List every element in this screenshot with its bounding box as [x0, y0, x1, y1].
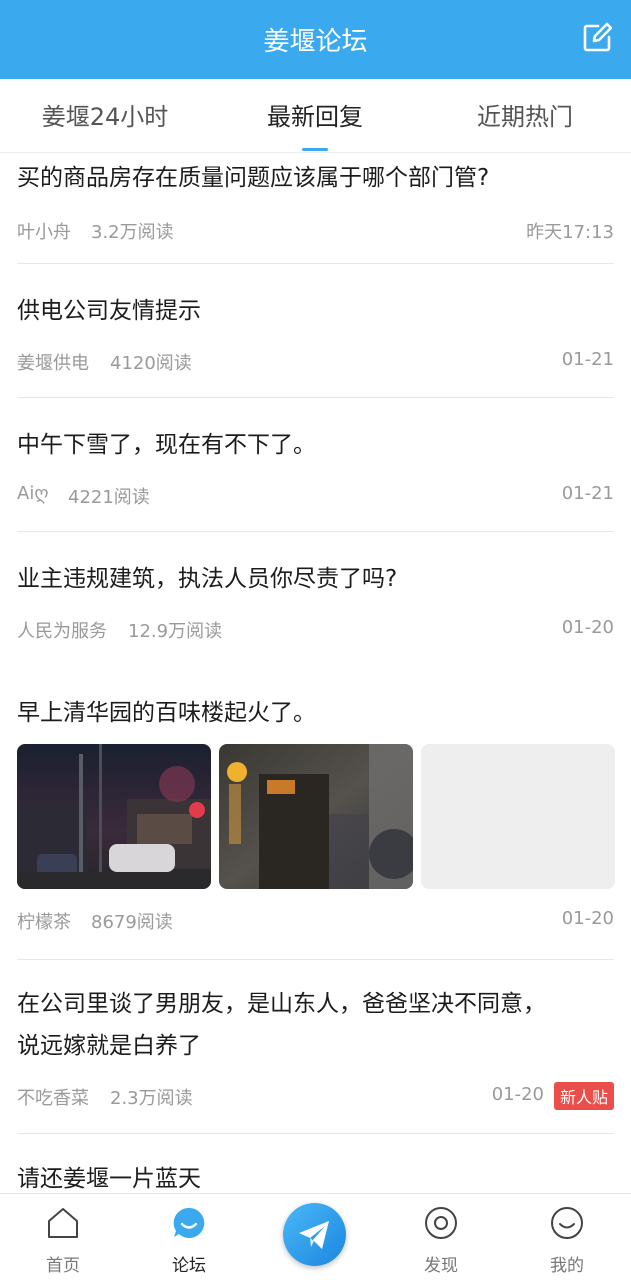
- post-title: 请还姜堰一片蓝天: [17, 1166, 201, 1192]
- tab-label: 近期热门: [477, 103, 573, 131]
- post-author: 人民为服务: [17, 621, 107, 642]
- post-read-count: 2.3万阅读: [110, 1088, 193, 1109]
- nav-label: 首页: [46, 1256, 80, 1276]
- post-item[interactable]: 中午下雪了，现在有不下了。 Aiღ 4221阅读 01-21: [17, 424, 614, 514]
- post-meta: 柠檬茶 8679阅读 01-20: [17, 908, 614, 934]
- post-read-count: 12.9万阅读: [128, 621, 223, 642]
- post-time: 01-21: [561, 349, 614, 370]
- post-item[interactable]: 在公司里谈了男朋友，是山东人，爸爸坚决不同意， 说远嫁就是白养了 不吃香菜 2.…: [17, 983, 614, 1113]
- post-title: 买的商品房存在质量问题应该属于哪个部门管?: [17, 165, 490, 191]
- post-title: 中午下雪了，现在有不下了。: [17, 432, 316, 458]
- tab-latest-replies[interactable]: 最新回复: [210, 79, 420, 153]
- post-read-count: 3.2万阅读: [91, 222, 174, 243]
- nav-home[interactable]: 首页: [13, 1194, 113, 1280]
- tab-recent-hot[interactable]: 近期热门: [420, 79, 630, 153]
- post-image-placeholder[interactable]: [421, 744, 615, 889]
- app-header: 姜堰论坛: [0, 0, 631, 79]
- divider: [17, 959, 614, 960]
- tab-jiangyan-24h[interactable]: 姜堰24小时: [0, 79, 210, 153]
- post-image-street-night[interactable]: [17, 744, 211, 889]
- tab-bar: 姜堰24小时 最新回复 近期热门: [0, 79, 631, 153]
- tab-label: 最新回复: [267, 103, 363, 131]
- post-title: 供电公司友情提示: [17, 298, 201, 324]
- post-meta: 人民为服务 12.9万阅读 01-20: [17, 617, 614, 643]
- post-meta: 姜堰供电 4120阅读 01-21: [17, 349, 614, 375]
- bottom-nav: 首页 论坛 发现 我的: [0, 1193, 631, 1280]
- active-tab-indicator: [302, 148, 328, 151]
- nav-forum[interactable]: 论坛: [139, 1194, 239, 1280]
- divider: [17, 263, 614, 264]
- post-meta: 叶小舟 3.2万阅读 昨天17:13: [17, 218, 614, 244]
- post-time: 01-20: [561, 908, 614, 929]
- post-time: 01-20: [491, 1084, 544, 1105]
- post-title-line-2: 说远嫁就是白养了: [17, 1033, 201, 1059]
- post-meta: Aiღ 4221阅读 01-21: [17, 483, 614, 509]
- nav-label: 我的: [550, 1256, 584, 1276]
- post-read-count: 4221阅读: [68, 487, 150, 508]
- divider: [17, 1133, 614, 1134]
- post-item[interactable]: 请还姜堰一片蓝天: [17, 1158, 614, 1193]
- post-title: 业主违规建筑，执法人员你尽责了吗?: [17, 566, 398, 592]
- post-time: 01-21: [561, 483, 614, 504]
- post-item[interactable]: 业主违规建筑，执法人员你尽责了吗? 人民为服务 12.9万阅读 01-20: [17, 558, 614, 648]
- divider: [17, 397, 614, 398]
- post-author: 柠檬茶: [17, 912, 71, 933]
- post-time: 昨天17:13: [526, 222, 614, 243]
- home-icon: [46, 1206, 80, 1240]
- post-image-row: [17, 744, 615, 889]
- post-author: Aiღ: [17, 483, 49, 504]
- discover-icon: [424, 1206, 458, 1240]
- nav-discover[interactable]: 发现: [391, 1194, 491, 1280]
- paper-plane-icon: [297, 1218, 331, 1252]
- post-image-fire-smoke[interactable]: [219, 744, 413, 889]
- post-title-line-1: 在公司里谈了男朋友，是山东人，爸爸坚决不同意，: [17, 991, 546, 1017]
- nav-me[interactable]: 我的: [517, 1194, 617, 1280]
- tab-label: 姜堰24小时: [41, 103, 169, 131]
- post-author: 不吃香菜: [17, 1088, 89, 1109]
- edit-icon[interactable]: [581, 22, 613, 54]
- post-time: 01-20: [561, 617, 614, 638]
- post-item[interactable]: 买的商品房存在质量问题应该属于哪个部门管? 叶小舟 3.2万阅读 昨天17:13: [17, 157, 614, 247]
- smile-face-icon: [550, 1206, 584, 1240]
- post-meta: 不吃香菜 2.3万阅读 01-20 新人贴: [17, 1082, 614, 1110]
- post-author: 叶小舟: [17, 222, 71, 243]
- post-item[interactable]: 早上清华园的百味楼起火了。 柠檬茶 8679阅读 01-20: [17, 692, 615, 944]
- new-user-post-badge: 新人贴: [553, 1082, 614, 1110]
- nav-label: 论坛: [172, 1256, 206, 1276]
- post-title: 早上清华园的百味楼起火了。: [17, 700, 316, 726]
- post-read-count: 8679阅读: [91, 912, 173, 933]
- nav-label: 发现: [424, 1256, 458, 1276]
- post-action-button[interactable]: [283, 1203, 346, 1266]
- post-list[interactable]: 买的商品房存在质量问题应该属于哪个部门管? 叶小舟 3.2万阅读 昨天17:13…: [0, 153, 631, 1193]
- page-title: 姜堰论坛: [263, 27, 368, 57]
- divider: [17, 531, 614, 532]
- post-read-count: 4120阅读: [110, 353, 192, 374]
- post-author: 姜堰供电: [17, 353, 89, 374]
- forum-chat-icon: [172, 1206, 206, 1240]
- post-item[interactable]: 供电公司友情提示 姜堰供电 4120阅读 01-21: [17, 290, 614, 380]
